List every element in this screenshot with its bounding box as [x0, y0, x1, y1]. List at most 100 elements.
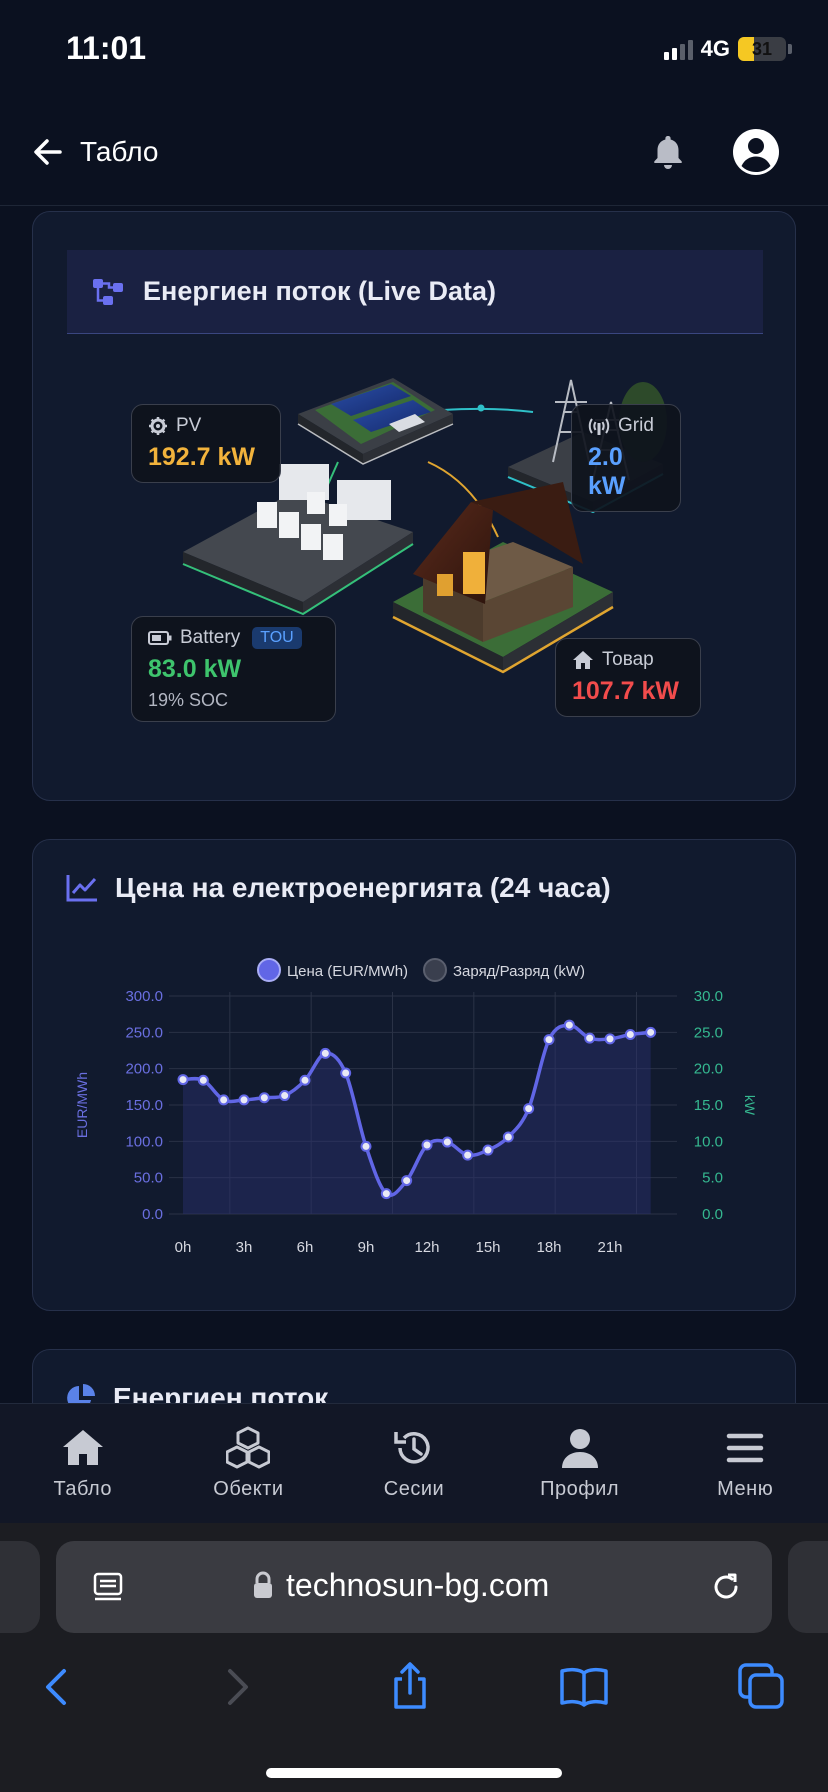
y-tick-right: 0.0 [702, 1206, 723, 1223]
price-data-point[interactable] [258, 1092, 270, 1104]
x-tick-label: 6h [297, 1239, 314, 1256]
energy-flow-header: Енергиен поток (Live Data) [67, 250, 763, 334]
pv-platform [297, 378, 454, 465]
price-data-point[interactable] [421, 1139, 433, 1151]
dashboard-content[interactable]: Енергиен поток (Live Data) PV 192.7 kW G… [0, 207, 828, 1403]
price-data-point[interactable] [624, 1029, 636, 1041]
user-account-icon[interactable] [732, 128, 780, 176]
tab-objects[interactable]: Обекти [166, 1404, 332, 1523]
cubes-icon [226, 1426, 271, 1469]
price-data-point[interactable] [482, 1144, 494, 1156]
url-text[interactable]: technosun-bg.com [286, 1567, 549, 1604]
status-bar: 11:01 4G 31 [0, 0, 828, 100]
energy-mix-header: Енергиен поток [65, 1382, 328, 1403]
price-data-point[interactable] [563, 1019, 575, 1031]
tab-label: Сесии [383, 1478, 445, 1500]
x-tick-label: 9h [358, 1239, 375, 1256]
tab-profile[interactable]: Профил [497, 1404, 663, 1523]
y-tick-right: 5.0 [702, 1170, 723, 1187]
load-readout: Товар 107.7 kW [555, 638, 701, 717]
price-data-point[interactable] [441, 1136, 453, 1148]
y-tick-right: 15.0 [694, 1097, 723, 1114]
price-data-point[interactable] [604, 1033, 616, 1045]
browser-nav [0, 1659, 828, 1739]
price-data-point[interactable] [279, 1090, 291, 1102]
price-data-point[interactable] [319, 1047, 331, 1059]
price-chart[interactable]: Цена (EUR/MWh) Заряд/Разряд (kW) 0.0 0.0 50… [33, 940, 797, 1280]
grid-label: Grid [618, 415, 654, 436]
x-tick-label: 3h [236, 1239, 253, 1256]
price-data-point[interactable] [462, 1149, 474, 1161]
energy-mix-title: Енергиен поток [113, 1382, 329, 1403]
price-data-point[interactable] [340, 1067, 352, 1079]
y-tick-left: 250.0 [125, 1024, 163, 1041]
tab-sessions[interactable]: Сесии [331, 1404, 497, 1523]
tab-dashboard[interactable]: Табло [0, 1404, 166, 1523]
tab-menu[interactable]: Меню [662, 1404, 828, 1523]
price-data-point[interactable] [360, 1140, 372, 1152]
y-tick-left: 100.0 [125, 1133, 163, 1150]
grid-readout: Grid 2.0 kW [571, 404, 681, 512]
legend-label[interactable]: Цена (EUR/MWh) [287, 963, 408, 980]
y-axis-right-label: kW [742, 1095, 758, 1116]
battery-label: Battery [180, 627, 241, 648]
home-indicator [266, 1768, 562, 1778]
reload-icon[interactable] [708, 1569, 744, 1605]
status-indicators: 4G 31 [663, 36, 792, 62]
price-data-point[interactable] [502, 1131, 514, 1143]
legend-label[interactable]: Заряд/Разряд (kW) [453, 963, 585, 980]
app-header: Табло [0, 100, 828, 206]
price-data-point[interactable] [238, 1094, 250, 1106]
price-data-point[interactable] [401, 1175, 413, 1187]
energy-flow-title: Енергиен поток (Live Data) [143, 276, 497, 306]
load-value: 107.7 kW [572, 677, 680, 705]
y-tick-right: 25.0 [694, 1024, 723, 1041]
y-tick-right: 20.0 [694, 1061, 723, 1078]
address-bar[interactable]: technosun-bg.com [56, 1541, 772, 1633]
share-icon[interactable] [382, 1659, 438, 1715]
price-data-point[interactable] [299, 1074, 311, 1086]
page-menu-icon[interactable] [90, 1569, 126, 1605]
energy-flow-diagram: PV 192.7 kW Grid 2.0 kW Battery TOU 83.0… [93, 352, 743, 762]
next-tab-preview[interactable] [788, 1541, 828, 1633]
battery-platform [182, 464, 414, 616]
price-data-point[interactable] [197, 1074, 209, 1086]
previous-tab-preview[interactable] [0, 1541, 40, 1633]
x-tick-label: 12h [414, 1239, 439, 1256]
y-tick-right: 30.0 [694, 988, 723, 1005]
x-tick-label: 15h [475, 1239, 500, 1256]
legend-swatch[interactable] [257, 958, 281, 982]
status-time: 11:01 [66, 30, 147, 66]
price-chart-header: Цена на електроенергията (24 часа) [65, 872, 611, 904]
price-data-point[interactable] [543, 1034, 555, 1046]
back-arrow-icon[interactable] [30, 134, 66, 170]
back-icon[interactable] [30, 1659, 86, 1715]
price-data-point[interactable] [523, 1103, 535, 1115]
grid-value: 2.0 kW [588, 443, 626, 500]
pv-label: PV [176, 415, 202, 436]
tabs-overview-icon[interactable] [734, 1659, 790, 1715]
battery-status-icon [148, 631, 172, 645]
bottom-tab-bar: Табло Обекти Сесии Профил Меню [0, 1403, 828, 1523]
forward-icon[interactable] [208, 1659, 264, 1715]
price-data-point[interactable] [218, 1094, 230, 1106]
battery-value: 83.0 kW [148, 655, 242, 683]
y-tick-right: 10.0 [694, 1133, 723, 1150]
energy-mix-card: Енергиен поток [32, 1349, 796, 1403]
price-data-point[interactable] [177, 1074, 189, 1086]
price-data-point[interactable] [645, 1026, 657, 1038]
pv-to-grid-line [442, 407, 534, 413]
x-tick-label: 18h [536, 1239, 561, 1256]
network-type: 4G [700, 36, 730, 61]
energy-flow-card: Енергиен поток (Live Data) PV 192.7 kW G… [32, 211, 796, 801]
legend-swatch[interactable] [423, 958, 447, 982]
bookmarks-icon[interactable] [556, 1659, 612, 1715]
tab-label: Меню [717, 1478, 774, 1500]
price-chart-card: Цена на електроенергията (24 часа) Цена … [32, 839, 796, 1311]
price-data-point[interactable] [380, 1188, 392, 1200]
bell-icon[interactable] [648, 132, 688, 172]
lock-icon [254, 1571, 272, 1598]
history-icon [394, 1432, 430, 1464]
x-tick-label: 21h [597, 1239, 622, 1256]
price-data-point[interactable] [584, 1032, 596, 1044]
